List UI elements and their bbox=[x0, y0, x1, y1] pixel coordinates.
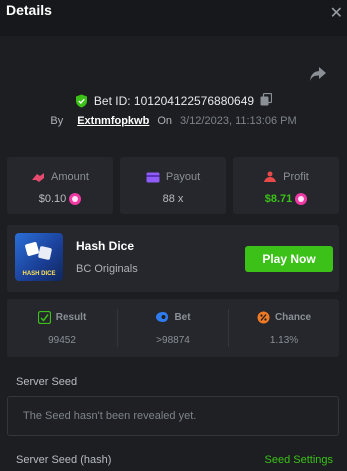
bet-value: >98874 bbox=[156, 335, 190, 346]
play-now-button[interactable]: Play Now bbox=[245, 246, 333, 272]
bet-icon bbox=[156, 312, 169, 322]
payout-label: Payout bbox=[165, 171, 201, 183]
username-link[interactable]: Extnmfopkwb bbox=[77, 115, 149, 127]
payout-icon bbox=[146, 172, 160, 182]
game-provider: BC Originals bbox=[76, 263, 138, 275]
bet-id-row: Bet ID: 101204122576880649 bbox=[0, 92, 347, 110]
amount-card: Amount $0.10 bbox=[7, 157, 113, 214]
copy-icon[interactable] bbox=[260, 92, 273, 109]
bet-meta-row: By Extnmfopkwb On 3/12/2023, 11:13:06 PM bbox=[0, 112, 347, 130]
profit-label: Profit bbox=[283, 171, 309, 183]
server-seed-label: Server Seed bbox=[16, 376, 78, 388]
result-value: 99452 bbox=[48, 335, 76, 346]
profit-card: Profit $8.71 bbox=[233, 157, 339, 214]
thumbnail-text: HASH DICE bbox=[22, 271, 56, 277]
bet-id-text: Bet ID: 101204122576880649 bbox=[93, 94, 255, 108]
coin-icon bbox=[69, 193, 82, 205]
page-title: Details bbox=[6, 2, 52, 18]
close-icon[interactable]: ✕ bbox=[330, 3, 343, 23]
amount-value: $0.10 bbox=[38, 193, 67, 205]
payout-value: 88 x bbox=[162, 193, 184, 205]
payout-card: Payout 88 x bbox=[120, 157, 226, 214]
coin-icon bbox=[295, 193, 308, 205]
share-icon[interactable] bbox=[309, 66, 327, 82]
details-header: Details ✕ bbox=[0, 0, 347, 36]
amount-icon bbox=[32, 172, 45, 182]
game-thumbnail[interactable]: HASH DICE bbox=[15, 233, 63, 281]
bet-stats: Amount $0.10 Payout 88 x Profit $8.71 bbox=[7, 157, 339, 214]
profit-value: $8.71 bbox=[264, 193, 293, 205]
result-label: Result bbox=[55, 312, 87, 323]
bet-date: 3/12/2023, 11:13:06 PM bbox=[180, 115, 297, 127]
result-icon bbox=[37, 311, 51, 324]
by-label: By bbox=[50, 115, 64, 127]
server-seed-hash-label: Server Seed (hash) bbox=[16, 454, 112, 466]
die-icon bbox=[24, 241, 40, 257]
game-name: Hash Dice bbox=[76, 239, 135, 253]
amount-label: Amount bbox=[51, 171, 89, 183]
server-seed-box: The Seed hasn't been revealed yet. bbox=[7, 396, 339, 436]
die-icon bbox=[37, 245, 53, 261]
result-panel: Result 99452 Bet >98874 Chance 1.13% bbox=[7, 299, 339, 357]
server-seed-message: The Seed hasn't been revealed yet. bbox=[23, 410, 197, 422]
chance-column: Chance 1.13% bbox=[229, 299, 339, 357]
profit-icon bbox=[264, 171, 277, 182]
chance-value: 1.13% bbox=[269, 335, 299, 346]
shield-check-icon bbox=[75, 94, 88, 108]
bet-column: Bet >98874 bbox=[118, 299, 228, 357]
result-column: Result 99452 bbox=[7, 299, 117, 357]
chance-icon bbox=[257, 311, 270, 324]
game-card: HASH DICE Hash Dice BC Originals Play No… bbox=[7, 225, 339, 292]
on-label: On bbox=[157, 115, 173, 127]
bet-label: Bet bbox=[174, 311, 191, 323]
chance-label: Chance bbox=[274, 312, 312, 323]
seed-settings-link[interactable]: Seed Settings bbox=[265, 454, 334, 466]
